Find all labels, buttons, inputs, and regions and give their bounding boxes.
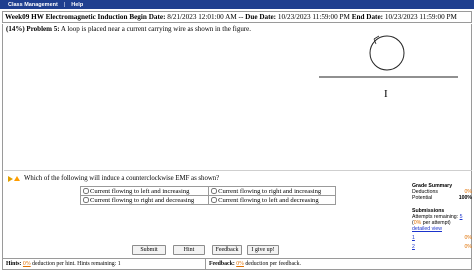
begin-date: 8/21/2023 12:01:00 AM [167, 13, 237, 21]
problem-figure: I [319, 35, 458, 100]
begin-date-label: Begin Date: [129, 13, 166, 21]
potential-label: Potential [412, 195, 433, 201]
detailed-view-link[interactable]: detailed view [412, 226, 472, 232]
section-divider [4, 170, 472, 171]
button-row: Submit Hint Feedback I give up! [0, 245, 474, 255]
date-dash: -- [238, 13, 244, 21]
assignment-title: Week09 HW Electromagnetic Induction [5, 13, 128, 21]
option-cell[interactable]: Current flowing to right and decreasing [79, 195, 210, 205]
feedback-button[interactable]: Feedback [212, 245, 242, 255]
option-checkbox[interactable] [211, 196, 218, 203]
footer-separator [205, 259, 206, 269]
feedback-pct: 0% [236, 261, 244, 267]
option-label: Current flowing to right and decreasing [90, 196, 195, 204]
attempts-value[interactable]: 5 [460, 214, 463, 220]
submit-button[interactable]: Submit [132, 245, 166, 255]
current-label: I [384, 88, 388, 100]
menu-item-help[interactable]: Help [71, 2, 83, 8]
potential-row: Potential 100% [412, 195, 472, 201]
play-icon[interactable] [8, 175, 13, 182]
assignment-header: Week09 HW Electromagnetic Induction Begi… [2, 11, 472, 23]
option-checkbox[interactable] [83, 196, 89, 203]
submission-number[interactable]: 2 [412, 244, 415, 250]
feedback-text: deduction per feedback. [245, 261, 301, 267]
option-row: Current flowing to left and increasing C… [79, 186, 336, 196]
menu-item-class-management[interactable]: Class Management [8, 2, 58, 8]
problem-label: Problem 5: [26, 25, 60, 33]
grade-summary: Grade Summary Deductions 0% Potential 10… [412, 183, 472, 250]
problem-text: A loop is placed near a current carrying… [60, 25, 252, 33]
submission-row: 1 0% [412, 235, 472, 241]
submission-value: 0% [464, 235, 473, 241]
problem-weight: (14%) [6, 25, 25, 33]
option-checkbox[interactable] [211, 187, 218, 194]
hints-text: deduction per hint. Hints remaining: [32, 261, 117, 267]
menu-bar: Class Management | Help [0, 0, 474, 9]
option-label: Current flowing to left and decreasing [218, 196, 319, 204]
option-row: Current flowing to right and decreasing … [79, 195, 336, 205]
hints-info: Hints: 0% deduction per hint. Hints rema… [6, 259, 121, 269]
feedback-info: Feedback: 0% deduction per feedback. [209, 259, 301, 269]
hint-button[interactable]: Hint [173, 245, 205, 255]
question-text: Which of the following will induce a cou… [24, 175, 220, 182]
due-date-label: Due Date: [245, 13, 277, 21]
submission-row: 2 0% [412, 244, 472, 250]
hints-pct: 0% [22, 261, 31, 267]
option-cell[interactable]: Current flowing to right and increasing [208, 186, 336, 196]
menu-separator: | [63, 1, 66, 8]
option-label: Current flowing to right and increasing [218, 187, 322, 195]
hints-feedback-bar: Hints: 0% deduction per hint. Hints rema… [2, 258, 472, 270]
option-label: Current flowing to left and increasing [90, 187, 190, 195]
option-cell[interactable]: Current flowing to left and increasing [79, 186, 210, 196]
feedback-label: Feedback: [209, 261, 235, 267]
hints-remaining: 1 [117, 261, 121, 267]
question-status-icons [8, 175, 20, 182]
option-cell[interactable]: Current flowing to left and decreasing [208, 195, 336, 205]
question-prompt: Which of the following will induce a cou… [8, 175, 219, 182]
potential-value: 100% [458, 195, 472, 201]
answer-options: Current flowing to left and increasing C… [79, 186, 336, 205]
option-checkbox[interactable] [83, 187, 89, 194]
hints-label: Hints: [6, 261, 22, 267]
submission-value: 0% [464, 244, 473, 250]
problem-statement: (14%) Problem 5: A loop is placed near a… [6, 25, 251, 33]
end-date-label: End Date: [351, 13, 384, 21]
warning-icon [14, 175, 20, 181]
end-date: 10/23/2023 11:59:00 PM [384, 13, 457, 21]
due-date: 10/23/2023 11:59:00 PM [277, 13, 350, 21]
submission-number[interactable]: 1 [412, 235, 415, 241]
give-up-button[interactable]: I give up! [247, 245, 279, 255]
